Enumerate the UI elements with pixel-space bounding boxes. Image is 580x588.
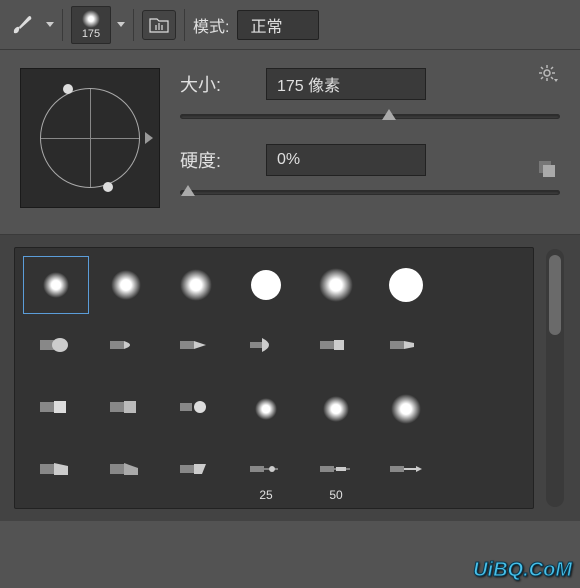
hard-brush-icon: [389, 268, 423, 302]
brush-tip-icon: [40, 336, 72, 359]
preset-caret-icon[interactable]: [117, 22, 125, 27]
brush-preset[interactable]: [373, 380, 439, 438]
hardness-input[interactable]: [266, 144, 426, 176]
brush-preset[interactable]: [303, 318, 369, 376]
brush-size-readout: 175: [82, 28, 100, 40]
brush-tip-icon: [250, 460, 282, 483]
brush-preset-grid: 25 50: [14, 247, 534, 509]
brush-preset[interactable]: 25: [233, 442, 299, 500]
brush-preset[interactable]: [23, 318, 89, 376]
brush-preset[interactable]: [233, 318, 299, 376]
preset-size-label: 25: [259, 488, 272, 502]
scrollbar[interactable]: [546, 249, 564, 507]
brush-tip-icon: [390, 336, 422, 359]
brush-panel-toggle[interactable]: [142, 10, 176, 40]
soft-brush-icon: [255, 398, 277, 420]
brush-tip-icon: [180, 460, 212, 483]
brush-tip-icon: [390, 460, 422, 483]
slider-thumb[interactable]: [382, 109, 396, 120]
brush-preset[interactable]: [163, 442, 229, 500]
slider-thumb[interactable]: [181, 185, 195, 196]
brush-preview: 175: [71, 6, 111, 44]
brush-preset[interactable]: [233, 380, 299, 438]
brush-angle-control[interactable]: [20, 68, 160, 208]
angle-handle[interactable]: [103, 182, 113, 192]
brush-preset[interactable]: [163, 318, 229, 376]
brush-tip-icon: [320, 336, 352, 359]
brush-tip-icon: [110, 336, 142, 359]
soft-brush-icon: [180, 269, 212, 301]
soft-brush-icon: [323, 396, 349, 422]
brush-preset[interactable]: [373, 442, 439, 500]
soft-brush-icon: [391, 394, 421, 424]
brush-tool-icon[interactable]: [8, 11, 36, 39]
brush-dot-icon: [82, 10, 100, 28]
divider: [184, 9, 185, 41]
gear-icon[interactable]: [538, 64, 558, 89]
brush-preset[interactable]: [373, 256, 439, 314]
brush-preset[interactable]: [93, 318, 159, 376]
size-slider[interactable]: [180, 106, 560, 126]
brush-tip-icon: [110, 460, 142, 483]
preset-size-label: 50: [329, 488, 342, 502]
brush-preset[interactable]: [93, 380, 159, 438]
watermark: UiBQ.CoM: [473, 559, 572, 582]
blend-mode-select[interactable]: 正常: [237, 10, 319, 40]
tool-caret-icon[interactable]: [46, 22, 54, 27]
soft-brush-icon: [43, 272, 69, 298]
options-bar: 175 模式: 正常: [0, 0, 580, 50]
divider: [62, 9, 63, 41]
angle-handle[interactable]: [63, 84, 73, 94]
brush-preset[interactable]: [303, 380, 369, 438]
brush-preset[interactable]: [303, 256, 369, 314]
mode-label: 模式:: [193, 13, 229, 37]
mode-value: 正常: [250, 13, 282, 37]
angle-arrow-icon: [145, 132, 153, 144]
brush-preset[interactable]: [23, 380, 89, 438]
brush-presets-area: 25 50: [0, 235, 580, 521]
hardness-label: 硬度:: [180, 147, 250, 173]
brush-tip-icon: [40, 398, 72, 421]
brush-tip-icon: [180, 336, 212, 359]
brush-tip-icon: [320, 460, 352, 483]
soft-brush-icon: [319, 268, 353, 302]
brush-tip-icon: [250, 336, 282, 359]
brush-preset[interactable]: [163, 256, 229, 314]
angle-circle: [40, 88, 140, 188]
hard-brush-icon: [251, 270, 281, 300]
brush-preset[interactable]: [373, 318, 439, 376]
brush-preset[interactable]: [233, 256, 299, 314]
brush-preset[interactable]: [23, 442, 89, 500]
brush-preset[interactable]: [93, 442, 159, 500]
brush-preset[interactable]: [163, 380, 229, 438]
scroll-thumb[interactable]: [549, 255, 561, 335]
size-label: 大小:: [180, 71, 250, 97]
brush-tip-icon: [110, 398, 142, 421]
hardness-slider[interactable]: [180, 182, 560, 202]
brush-tip-icon: [180, 398, 212, 421]
brush-preset[interactable]: [93, 256, 159, 314]
brush-preset-picker[interactable]: 175: [71, 6, 125, 44]
new-preset-icon[interactable]: [538, 160, 558, 180]
size-input[interactable]: [266, 68, 426, 100]
brush-tip-icon: [40, 460, 72, 483]
divider: [133, 9, 134, 41]
brush-preset[interactable]: 50: [303, 442, 369, 500]
brush-settings-panel: 大小: 硬度:: [0, 50, 580, 235]
brush-preset[interactable]: [23, 256, 89, 314]
soft-brush-icon: [111, 270, 141, 300]
